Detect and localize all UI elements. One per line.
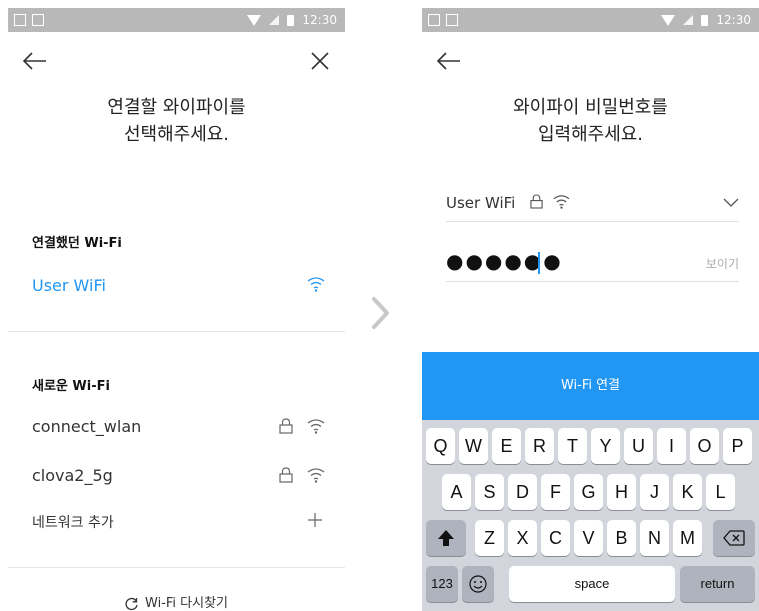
page-title: 연결할 와이파이를 선택해주세요.	[8, 94, 345, 148]
status-wifi-icon	[661, 14, 676, 26]
key-y[interactable]: Y	[591, 428, 620, 464]
text-cursor	[538, 252, 540, 274]
key-l[interactable]: L	[706, 474, 735, 510]
image-notification-icon	[446, 14, 458, 26]
backspace-key[interactable]	[713, 520, 755, 556]
plus-icon	[308, 513, 322, 527]
wifi-name: clova2_5g	[32, 466, 113, 485]
status-bar: 12:30	[8, 8, 345, 32]
shift-key[interactable]	[426, 520, 466, 556]
key-h[interactable]: H	[607, 474, 636, 510]
key-q[interactable]: Q	[426, 428, 455, 464]
backspace-icon	[723, 530, 745, 546]
show-password-button[interactable]: 보이기	[706, 255, 739, 272]
status-wifi-icon	[247, 14, 262, 26]
refresh-label: Wi-Fi 다시찾기	[145, 596, 228, 611]
key-x[interactable]: X	[508, 520, 537, 556]
key-c[interactable]: C	[541, 520, 570, 556]
emoji-key[interactable]	[462, 566, 494, 602]
password-mask: ●●●●●●	[446, 249, 563, 273]
wifi-name: connect_wlan	[32, 417, 142, 436]
wifi-icon	[307, 419, 325, 434]
selected-network-name: User WiFi	[446, 194, 516, 212]
network-selector[interactable]: User WiFi	[446, 192, 739, 222]
key-t[interactable]: T	[558, 428, 587, 464]
lock-icon	[279, 418, 293, 434]
signal-icon	[683, 15, 694, 25]
signal-icon	[269, 15, 280, 25]
shift-icon	[438, 530, 454, 546]
canvas: 12:30 연결할 와이파이를 선택해주세요. 연결했던 Wi-Fi User …	[0, 0, 759, 611]
password-input[interactable]: ●●●●●● 보이기	[446, 249, 739, 282]
key-v[interactable]: V	[574, 520, 603, 556]
key-n[interactable]: N	[640, 520, 669, 556]
key-e[interactable]: E	[492, 428, 521, 464]
key-f[interactable]: F	[541, 474, 570, 510]
key-g[interactable]: G	[574, 474, 603, 510]
page-title: 와이파이 비밀번호를 입력해주세요.	[422, 94, 759, 148]
key-b[interactable]: B	[607, 520, 636, 556]
keyboard: Q W E R T Y U I O P A S D F G H J K L Z …	[422, 420, 759, 611]
title-line-2: 선택해주세요.	[123, 124, 230, 145]
key-a[interactable]: A	[442, 474, 471, 510]
wifi-password-screen: 12:30 와이파이 비밀번호를 입력해주세요. User WiFi ●●●●●…	[422, 8, 759, 611]
lock-icon	[530, 194, 543, 209]
refresh-wifi-button[interactable]: Wi-Fi 다시찾기	[8, 592, 345, 611]
battery-icon	[701, 14, 709, 26]
title-line-1: 와이파이 비밀번호를	[513, 97, 668, 118]
key-m[interactable]: M	[673, 520, 702, 556]
status-time: 12:30	[716, 13, 751, 27]
chevron-right-icon	[372, 297, 389, 329]
back-arrow-icon[interactable]	[436, 50, 462, 72]
close-icon[interactable]	[309, 50, 331, 72]
refresh-icon	[125, 597, 138, 610]
battery-icon	[287, 14, 295, 26]
recent-wifi-name: User WiFi	[32, 276, 106, 295]
section-divider	[8, 331, 345, 332]
new-wifi-section-title: 새로운 Wi-Fi	[32, 379, 110, 394]
connect-wifi-button[interactable]: Wi-Fi 연결	[422, 352, 759, 420]
space-key[interactable]: space	[509, 566, 675, 602]
key-r[interactable]: R	[525, 428, 554, 464]
chevron-down-icon	[723, 198, 739, 207]
key-z[interactable]: Z	[475, 520, 504, 556]
add-network-label: 네트워크 추가	[32, 515, 114, 531]
title-line-2: 입력해주세요.	[537, 124, 644, 145]
wifi-icon	[307, 468, 325, 483]
status-bar: 12:30	[422, 8, 759, 32]
key-u[interactable]: U	[624, 428, 653, 464]
numbers-key[interactable]: 123	[426, 566, 458, 602]
recent-wifi-section-title: 연결했던 Wi-Fi	[32, 236, 122, 251]
key-j[interactable]: J	[640, 474, 669, 510]
wifi-icon	[307, 277, 325, 292]
key-d[interactable]: D	[508, 474, 537, 510]
key-s[interactable]: S	[475, 474, 504, 510]
return-key[interactable]: return	[680, 566, 755, 602]
notification-icon	[428, 14, 440, 26]
back-arrow-icon[interactable]	[22, 50, 48, 72]
title-line-1: 연결할 와이파이를	[107, 97, 246, 118]
notification-icon	[14, 14, 26, 26]
key-o[interactable]: O	[690, 428, 719, 464]
status-time: 12:30	[302, 13, 337, 27]
key-k[interactable]: K	[673, 474, 702, 510]
key-p[interactable]: P	[723, 428, 752, 464]
image-notification-icon	[32, 14, 44, 26]
lock-icon	[279, 467, 293, 483]
key-w[interactable]: W	[459, 428, 488, 464]
wifi-select-screen: 12:30 연결할 와이파이를 선택해주세요. 연결했던 Wi-Fi User …	[8, 8, 345, 611]
footer-divider	[8, 567, 345, 568]
emoji-icon	[469, 575, 487, 593]
wifi-icon	[553, 195, 570, 209]
key-i[interactable]: I	[657, 428, 686, 464]
